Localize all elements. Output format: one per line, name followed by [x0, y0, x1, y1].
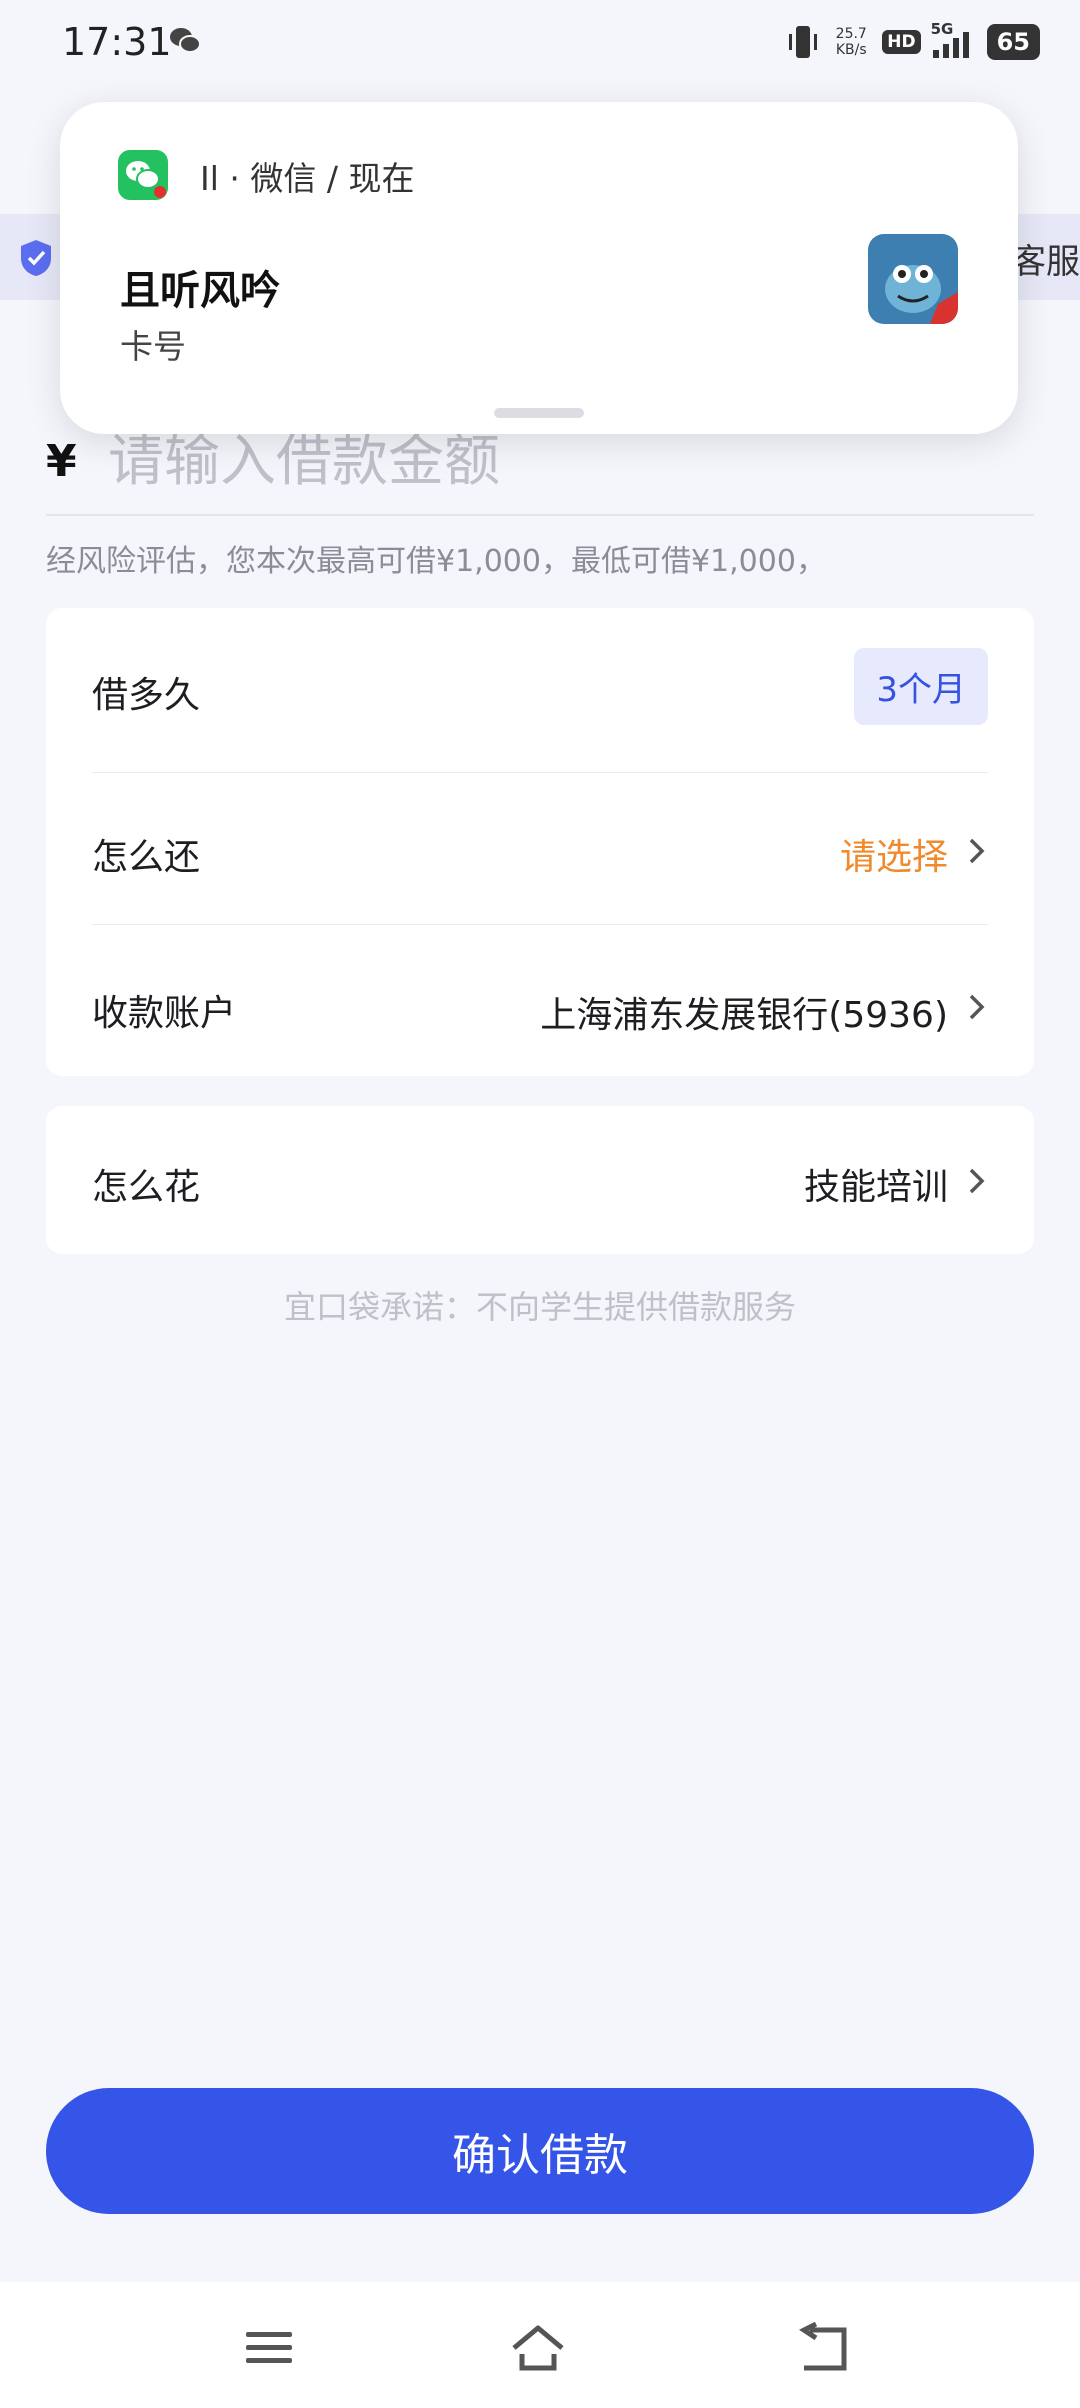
account-value: 上海浦东发展银行(5936)	[540, 995, 948, 1036]
loan-amount-input[interactable]	[108, 426, 1008, 496]
chevron-right-icon	[969, 994, 985, 1020]
system-nav-bar	[0, 2282, 1080, 2408]
usage-card: 怎么花 技能培训	[46, 1106, 1034, 1254]
status-bar: 17:31 25.7 KB/s HD 5G 65	[0, 0, 1080, 84]
usage-row[interactable]: 怎么花 技能培训	[92, 1106, 988, 1254]
notification-header: Il · 微信 / 现在	[200, 159, 415, 198]
vibrate-icon	[789, 26, 818, 58]
repayment-value: 请选择	[839, 837, 948, 878]
back-icon[interactable]	[796, 2322, 852, 2374]
menu-icon[interactable]	[242, 2322, 298, 2374]
term-row[interactable]: 借多久 3个月	[92, 636, 988, 736]
signal-icon: 5G	[931, 20, 977, 60]
usage-label: 怎么花	[92, 1167, 201, 1208]
battery-indicator: 65	[986, 24, 1040, 60]
chevron-right-icon	[969, 1168, 985, 1194]
account-label: 收款账户	[92, 993, 237, 1034]
notification-title: 且听风吟	[120, 268, 280, 314]
network-type: 5G	[930, 20, 954, 38]
confirm-loan-button[interactable]: 确认借款	[46, 2088, 1034, 2214]
net-speed-value: 25.7	[835, 26, 867, 42]
credit-limit-note: 经风险评估，您本次最高可借¥1,000，最低可借¥1,000，	[46, 544, 826, 579]
divider	[92, 924, 988, 925]
hd-badge: HD	[882, 30, 921, 54]
wechat-status-icon	[170, 28, 201, 53]
amount-row: ¥	[46, 420, 1034, 516]
divider	[92, 772, 988, 773]
home-icon[interactable]	[510, 2322, 566, 2374]
currency-symbol: ¥	[46, 436, 77, 487]
network-speed: 25.7 KB/s	[830, 26, 872, 58]
notification-body: 卡号	[120, 327, 186, 366]
sender-avatar	[868, 234, 958, 324]
notification-drag-handle[interactable]	[494, 408, 584, 418]
status-time: 17:31	[62, 20, 172, 64]
term-value-badge[interactable]: 3个月	[854, 648, 988, 725]
net-speed-unit: KB/s	[835, 42, 867, 58]
wechat-notification[interactable]: Il · 微信 / 现在 且听风吟 卡号	[60, 102, 1018, 434]
status-indicators: 25.7 KB/s HD 5G 65	[786, 20, 1040, 62]
loan-options-card: 借多久 3个月 怎么还 请选择 收款账户 上海浦东发展银行(5936)	[46, 608, 1034, 1076]
chevron-right-icon	[969, 838, 985, 864]
shield-icon	[21, 240, 51, 276]
wechat-app-icon	[118, 150, 168, 200]
term-label: 借多久	[92, 675, 201, 716]
customer-service-link[interactable]: 客服	[1012, 234, 1080, 283]
promise-note: 宜口袋承诺：不向学生提供借款服务	[283, 1288, 796, 1326]
usage-value: 技能培训	[803, 1167, 948, 1208]
account-row[interactable]: 收款账户 上海浦东发展银行(5936)	[92, 938, 988, 1068]
repayment-label: 怎么还	[92, 837, 201, 878]
repayment-row[interactable]: 怎么还 请选择	[92, 788, 988, 928]
